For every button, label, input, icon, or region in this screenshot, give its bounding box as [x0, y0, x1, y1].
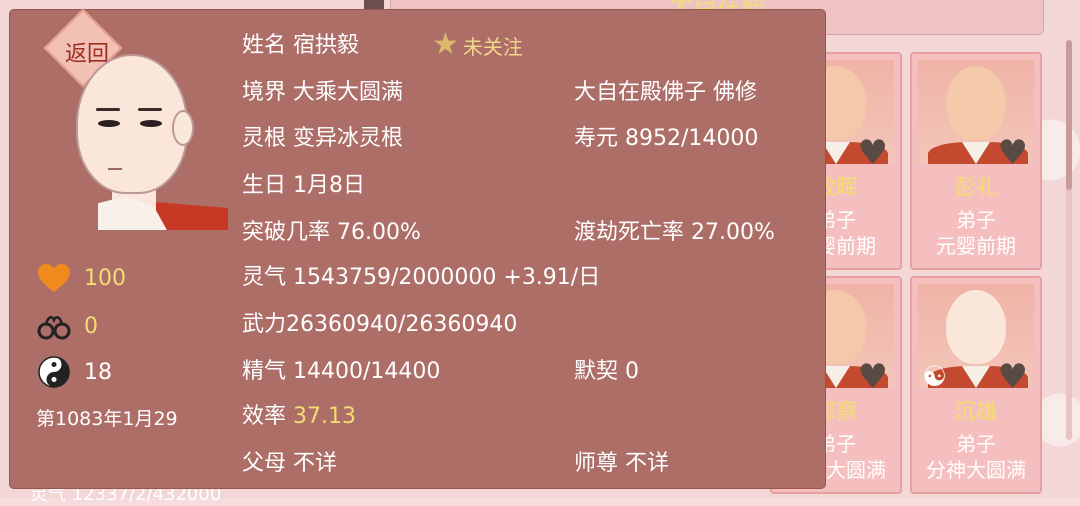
character-portrait: [68, 50, 228, 230]
game-date: 第1083年1月29: [36, 408, 178, 430]
disciple-rank: 元婴前期: [936, 234, 1016, 258]
sect-title-field: 大自在殿佛子 佛修: [574, 78, 757, 108]
birthday-field: 生日 1月8日: [242, 171, 365, 201]
disciple-role: 弟子: [956, 432, 996, 456]
name-label: 姓名: [242, 33, 287, 58]
heart-icon: ♥: [997, 133, 1028, 164]
disciple-rank: 分神大圆满: [926, 458, 1026, 482]
force-value: 26360940/26360940: [286, 312, 518, 337]
master-field: 师尊 不详: [574, 449, 669, 479]
restraint-value: 0: [84, 313, 98, 339]
realm-field: 境界 大乘大圆满: [242, 78, 403, 108]
heart-icon: ♥: [857, 357, 888, 388]
master-label: 师尊: [574, 451, 619, 476]
sect-title-value: 大自在殿佛子: [574, 80, 707, 105]
follow-label: 未关注: [462, 34, 523, 59]
breakthrough-value: 76.00%: [337, 220, 421, 245]
master-value: 不详: [625, 451, 670, 476]
restraint-stat: 0: [34, 310, 98, 342]
bond-label: 默契: [574, 359, 619, 384]
disciple-card[interactable]: ☯ ♥ 沉雄 弟子 分神大圆满: [910, 276, 1042, 494]
heart-icon: ♥: [997, 357, 1028, 388]
realm-value: 大乘大圆满: [293, 80, 404, 105]
star-icon: ★: [432, 27, 459, 62]
qi-value: 1543759/2000000 +3.91/日: [293, 265, 601, 290]
taiji-icon: [34, 356, 74, 388]
lifespan-field: 寿元 8952/14000: [574, 124, 758, 154]
heart-icon: ♥: [857, 133, 888, 164]
name-value: 宿拱毅: [293, 33, 360, 58]
essence-label: 精气: [242, 359, 287, 384]
tribulation-label: 渡劫死亡率: [574, 220, 685, 245]
efficiency-value: 37.13: [293, 404, 356, 429]
spirit-root-value: 变异冰灵根: [293, 126, 404, 151]
taiji-icon: ☯: [922, 360, 948, 389]
tribulation-field: 渡劫死亡率 27.00%: [574, 218, 775, 248]
taiji-stat: 18: [34, 356, 112, 388]
tribulation-value: 27.00%: [691, 220, 775, 245]
affection-value: 100: [84, 265, 126, 291]
disciple-list-scrollbar[interactable]: [1066, 40, 1072, 440]
birthday-value: 1月8日: [293, 173, 366, 198]
lifespan-value: 8952/14000: [625, 126, 759, 151]
lifespan-label: 寿元: [574, 126, 619, 151]
essence-value: 14400/14400: [293, 359, 441, 384]
disciple-name: 彭礼: [953, 176, 998, 201]
bond-field: 默契 0: [574, 357, 639, 387]
spirit-root-field: 灵根 变异冰灵根: [242, 124, 403, 154]
parents-value: 不详: [293, 451, 338, 476]
parents-label: 父母: [242, 451, 287, 476]
breakthrough-label: 突破几率: [242, 220, 331, 245]
character-info-panel: 返回 100 0 18 第1083年1月29 ★ 未关注 姓名 宿拱毅 境界 大…: [10, 8, 825, 488]
disciple-card[interactable]: ♥ 彭礼 弟子 元婴前期: [910, 52, 1042, 270]
disciple-name: 沉雄: [953, 400, 998, 425]
handcuffs-icon: [34, 310, 74, 342]
qi-field: 灵气 1543759/2000000 +3.91/日: [242, 263, 600, 293]
parents-field: 父母 不详: [242, 449, 337, 479]
realm-label: 境界: [242, 80, 287, 105]
disciple-portrait: ☯ ♥: [918, 284, 1034, 388]
bond-value: 0: [625, 359, 640, 384]
spirit-root-label: 灵根: [242, 126, 287, 151]
cultivation-value: 佛修: [713, 80, 758, 105]
scrollbar-thumb[interactable]: [1066, 40, 1072, 190]
taiji-value: 18: [84, 359, 112, 385]
essence-field: 精气 14400/14400: [242, 357, 440, 387]
disciple-role: 弟子: [956, 208, 996, 232]
disciple-portrait: ♥: [918, 60, 1034, 164]
force-label: 武力: [242, 312, 287, 337]
birthday-label: 生日: [242, 173, 287, 198]
qi-label: 灵气: [242, 265, 287, 290]
force-field: 武力26360940/26360940: [242, 310, 517, 340]
efficiency-field: 效率 37.13: [242, 402, 356, 432]
name-field: 姓名 宿拱毅: [242, 31, 359, 61]
breakthrough-field: 突破几率 76.00%: [242, 218, 421, 248]
efficiency-label: 效率: [242, 404, 287, 429]
affection-stat: 100: [34, 262, 126, 294]
follow-toggle[interactable]: ★ 未关注: [432, 30, 523, 60]
heart-icon: [34, 262, 74, 294]
